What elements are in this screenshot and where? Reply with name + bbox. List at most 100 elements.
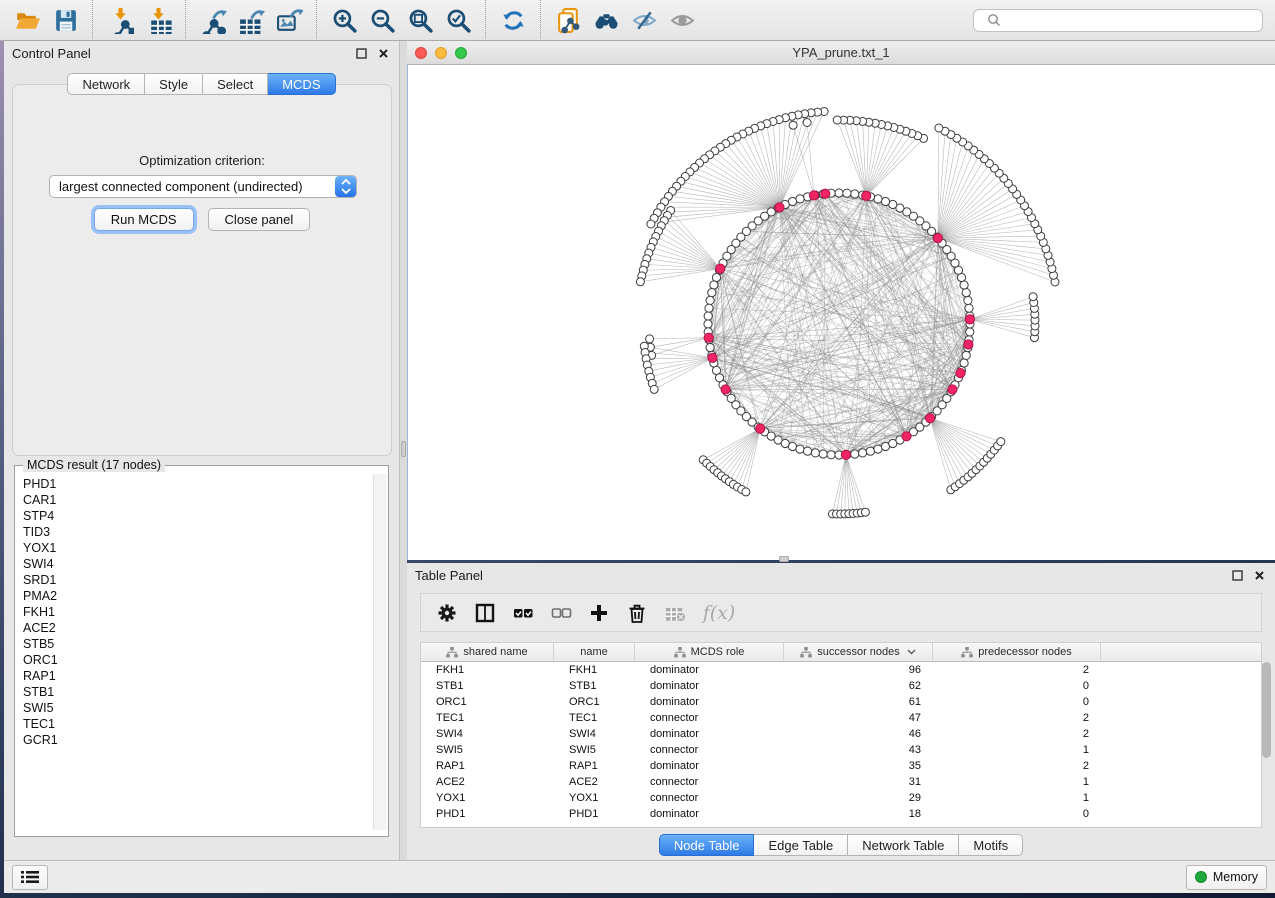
mcds-node-item[interactable]: ORC1 xyxy=(23,652,374,668)
task-history-button[interactable] xyxy=(12,865,48,890)
mcds-hub-node[interactable] xyxy=(964,340,973,349)
memory-button[interactable]: Memory xyxy=(1186,865,1267,890)
ring-node[interactable] xyxy=(796,195,804,203)
table-row[interactable]: SWI5SWI5connector431 xyxy=(421,742,1261,758)
close-panel-icon[interactable] xyxy=(375,45,391,61)
zoom-fit-button[interactable] xyxy=(401,3,439,37)
mcds-hub-node[interactable] xyxy=(756,424,765,433)
ring-node[interactable] xyxy=(835,189,843,197)
mcds-hub-node[interactable] xyxy=(708,353,717,362)
tab-edge-table[interactable]: Edge Table xyxy=(754,834,848,856)
search-input[interactable] xyxy=(1002,13,1256,27)
mcds-hub-node[interactable] xyxy=(965,315,974,324)
tab-select[interactable]: Select xyxy=(203,73,268,95)
satellite-node[interactable] xyxy=(997,438,1005,446)
delete-column-button[interactable] xyxy=(621,598,653,628)
mcds-node-item[interactable]: GCR1 xyxy=(23,732,374,748)
table-scrollbar-thumb[interactable] xyxy=(1262,662,1271,758)
satellite-node[interactable] xyxy=(1029,293,1037,301)
export-image-button[interactable] xyxy=(270,3,308,37)
mcds-node-item[interactable]: YOX1 xyxy=(23,540,374,556)
zoom-in-button[interactable] xyxy=(325,3,363,37)
satellite-node[interactable] xyxy=(861,508,869,516)
mcds-hub-node[interactable] xyxy=(933,234,942,243)
table-options-button[interactable] xyxy=(431,598,463,628)
mcds-hub-node[interactable] xyxy=(809,191,818,200)
ring-node[interactable] xyxy=(705,304,713,312)
table-row[interactable]: STB1STB1dominator620 xyxy=(421,678,1261,694)
column-header-predecessor-nodes[interactable]: predecessor nodes xyxy=(933,643,1101,661)
mcds-hub-node[interactable] xyxy=(948,385,957,394)
mcds-list-scrollbar[interactable] xyxy=(373,474,387,830)
horizontal-splitter-grip[interactable] xyxy=(779,556,789,562)
zoom-out-button[interactable] xyxy=(363,3,401,37)
ring-node[interactable] xyxy=(796,445,804,453)
export-table-button[interactable] xyxy=(232,3,270,37)
share-network-file-button[interactable] xyxy=(549,3,587,37)
ring-node[interactable] xyxy=(960,359,968,367)
ring-node[interactable] xyxy=(710,281,718,289)
table-row[interactable]: TEC1TEC1connector472 xyxy=(421,710,1261,726)
ring-node[interactable] xyxy=(960,281,968,289)
network-view-canvas[interactable] xyxy=(407,65,1275,560)
satellite-node[interactable] xyxy=(935,124,943,132)
export-network-button[interactable] xyxy=(194,3,232,37)
satellite-node[interactable] xyxy=(636,278,644,286)
table-row[interactable]: ACE2ACE2connector311 xyxy=(421,774,1261,790)
ring-node[interactable] xyxy=(874,195,882,203)
table-row[interactable]: ORC1ORC1dominator610 xyxy=(421,694,1261,710)
mcds-node-item[interactable]: SWI4 xyxy=(23,556,374,572)
float-table-panel-icon[interactable] xyxy=(1229,567,1245,583)
ring-node[interactable] xyxy=(706,296,714,304)
tab-network-table[interactable]: Network Table xyxy=(848,834,959,856)
satellite-node[interactable] xyxy=(646,335,654,343)
hide-selected-button[interactable] xyxy=(625,3,663,37)
vertical-splitter[interactable] xyxy=(400,41,407,860)
mcds-node-item[interactable]: TID3 xyxy=(23,524,374,540)
table-row[interactable]: RAP1RAP1dominator352 xyxy=(421,758,1261,774)
mcds-hub-node[interactable] xyxy=(704,333,713,342)
mcds-node-item[interactable]: SWI5 xyxy=(23,700,374,716)
satellite-node[interactable] xyxy=(742,488,750,496)
ring-node[interactable] xyxy=(704,320,712,328)
ring-node[interactable] xyxy=(851,190,859,198)
ring-node[interactable] xyxy=(881,197,889,205)
table-row[interactable]: FKH1FKH1dominator962 xyxy=(421,662,1261,678)
column-header-shared-name[interactable]: shared name xyxy=(421,643,554,661)
deselect-all-rows-button[interactable] xyxy=(545,598,577,628)
ring-node[interactable] xyxy=(708,289,716,297)
mcds-hub-node[interactable] xyxy=(716,264,725,273)
mcds-hub-node[interactable] xyxy=(775,203,784,212)
ring-node[interactable] xyxy=(965,304,973,312)
table-row[interactable]: PHD1PHD1dominator180 xyxy=(421,806,1261,822)
ring-node[interactable] xyxy=(819,450,827,458)
add-column-button[interactable] xyxy=(583,598,615,628)
mcds-hub-node[interactable] xyxy=(862,191,871,200)
tab-node-table[interactable]: Node Table xyxy=(659,834,755,856)
ring-node[interactable] xyxy=(804,447,812,455)
network-search-box[interactable] xyxy=(973,9,1263,32)
mcds-node-item[interactable]: CAR1 xyxy=(23,492,374,508)
table-scrollbar[interactable] xyxy=(1262,644,1272,826)
ring-node[interactable] xyxy=(962,289,970,297)
ring-node[interactable] xyxy=(962,351,970,359)
network-window-titlebar[interactable]: YPA_prune.txt_1 xyxy=(407,41,1275,65)
ring-node[interactable] xyxy=(712,273,720,281)
mcds-result-list[interactable]: PHD1CAR1STP4TID3YOX1SWI4SRD1PMA2FKH1ACE2… xyxy=(16,474,374,830)
close-table-panel-icon[interactable] xyxy=(1251,567,1267,583)
column-header-MCDS-role[interactable]: MCDS role xyxy=(635,643,784,661)
import-network-button[interactable] xyxy=(101,3,139,37)
mcds-node-item[interactable]: RAP1 xyxy=(23,668,374,684)
save-session-button[interactable] xyxy=(46,3,84,37)
criterion-dropdown[interactable]: largest connected component (undirected) xyxy=(49,175,357,198)
float-panel-icon[interactable] xyxy=(353,45,369,61)
mcds-hub-node[interactable] xyxy=(925,414,934,423)
mcds-node-item[interactable]: PMA2 xyxy=(23,588,374,604)
mcds-hub-node[interactable] xyxy=(841,450,850,459)
import-table-button[interactable] xyxy=(139,3,177,37)
ring-node[interactable] xyxy=(811,449,819,457)
refresh-view-button[interactable] xyxy=(494,3,532,37)
ring-node[interactable] xyxy=(964,296,972,304)
search-neighbors-button[interactable] xyxy=(587,3,625,37)
mcds-hub-node[interactable] xyxy=(821,189,830,198)
